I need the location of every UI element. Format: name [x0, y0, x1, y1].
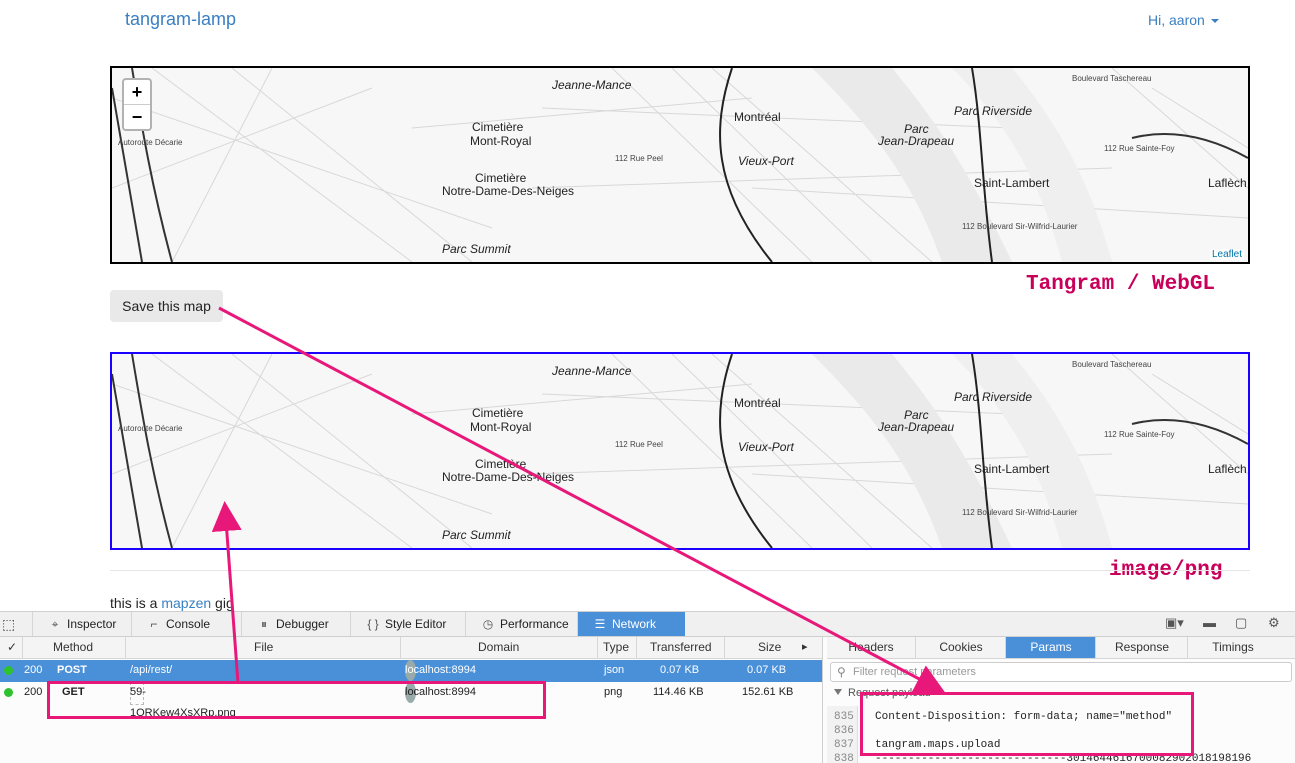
arrow-png-to-image — [211, 501, 242, 684]
arrow-save-to-payload — [218, 306, 946, 693]
annotation-arrows — [211, 306, 946, 693]
